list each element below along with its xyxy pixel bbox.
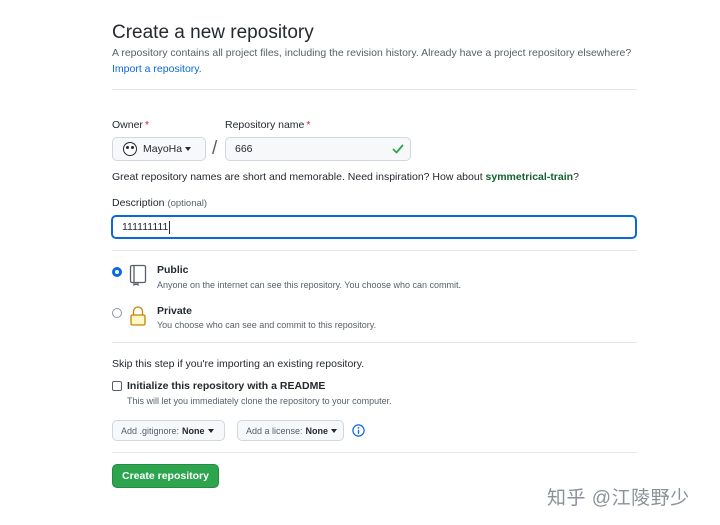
- suggested-name[interactable]: symmetrical-train: [486, 171, 574, 183]
- repository-name-label: Repository name *: [225, 119, 311, 131]
- divider: [112, 342, 637, 343]
- public-option-description: Anyone on the internet can see this repo…: [157, 280, 462, 290]
- check-icon: [392, 144, 404, 154]
- chevron-down-icon: [207, 428, 214, 433]
- info-icon[interactable]: [352, 424, 365, 437]
- repo-icon: [129, 264, 147, 286]
- description-value: 111111111: [122, 221, 169, 233]
- description-input[interactable]: 111111111: [111, 215, 637, 239]
- license-value: None: [305, 425, 329, 436]
- optional-tag: (optional): [167, 198, 208, 209]
- chevron-down-icon: [185, 147, 192, 151]
- watermark: 知乎 @江陵野少: [547, 488, 690, 509]
- owner-avatar: [123, 142, 137, 156]
- divider: [112, 452, 637, 453]
- lock-icon: [130, 306, 146, 326]
- gitignore-select[interactable]: Add .gitignore: None: [112, 420, 225, 441]
- public-radio[interactable]: [112, 267, 122, 277]
- license-select[interactable]: Add a license: None: [237, 420, 344, 441]
- text-cursor: [169, 220, 171, 234]
- owner-repo-separator: /: [212, 138, 218, 159]
- required-mark: *: [306, 119, 311, 131]
- owner-value: MayoHa: [143, 143, 183, 155]
- readme-checkbox[interactable]: [112, 381, 122, 391]
- chevron-down-icon: [331, 428, 338, 433]
- gitignore-value: None: [182, 425, 205, 436]
- page-subtitle: A repository contains all project files,…: [112, 47, 632, 59]
- divider: [112, 250, 637, 251]
- private-radio[interactable]: [112, 308, 122, 318]
- private-option-description: You choose who can see and commit to thi…: [157, 320, 377, 330]
- readme-option-title[interactable]: Initialize this repository with a README: [127, 380, 325, 392]
- readme-option-description: This will let you immediately clone the …: [127, 396, 392, 406]
- repository-name-value: 666: [235, 143, 253, 155]
- owner-label: Owner *: [112, 119, 150, 131]
- skip-step-note: Skip this step if you're importing an ex…: [112, 358, 365, 370]
- private-option-title: Private: [157, 305, 193, 317]
- import-repository-link[interactable]: Import a repository.: [112, 63, 202, 75]
- description-label: Description (optional): [112, 197, 208, 209]
- create-repository-button[interactable]: Create repository: [112, 464, 219, 488]
- page-title: Create a new repository: [112, 22, 314, 43]
- public-option-title: Public: [157, 264, 189, 276]
- required-mark: *: [144, 119, 150, 131]
- repository-name-input[interactable]: 666: [225, 137, 411, 161]
- owner-select[interactable]: MayoHa: [112, 137, 206, 161]
- name-suggestion-hint: Great repository names are short and mem…: [112, 171, 579, 183]
- divider: [112, 89, 637, 90]
